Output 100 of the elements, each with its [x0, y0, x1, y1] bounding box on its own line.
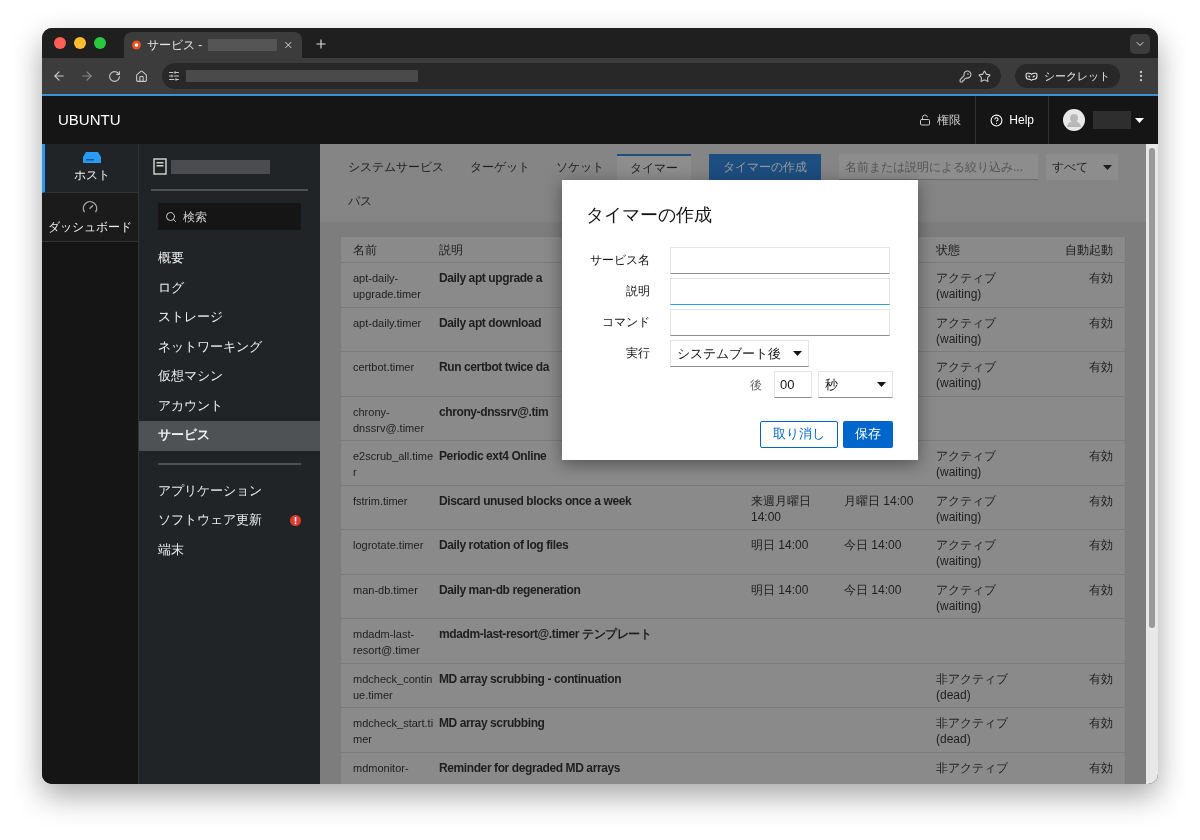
table-cell: 有効: [1089, 271, 1113, 285]
table-cell: Periodic ext4 Online: [439, 449, 547, 463]
after-label: 後: [750, 376, 762, 394]
table-cell: 月曜日 14:00: [844, 493, 914, 508]
browser-tab[interactable]: サービス -: [124, 32, 302, 58]
menu-item[interactable]: ストレージ: [139, 303, 320, 333]
close-window-button[interactable]: [54, 37, 66, 49]
unit-select[interactable]: 秒: [818, 371, 893, 398]
table-cell: アクティブ: [936, 492, 996, 509]
input-field[interactable]: [670, 247, 890, 274]
trigger-select[interactable]: システムブート後: [670, 340, 809, 367]
table-row[interactable]: mdmonitor- Reminder for degraded MD arrays 非アクティブ 有効: [341, 752, 1125, 784]
tab[interactable]: ソケット: [543, 154, 617, 180]
tab[interactable]: タイマー: [617, 154, 691, 180]
avatar-icon: [1063, 109, 1085, 131]
caret-icon: [877, 382, 886, 387]
scrollbar[interactable]: [1146, 144, 1158, 784]
tab[interactable]: パス: [335, 188, 385, 214]
table-cell: 今日 14:00: [844, 582, 902, 597]
home-icon[interactable]: [135, 69, 148, 83]
table-cell: アクティブ: [936, 314, 996, 331]
menu-item[interactable]: ネットワーキング: [139, 332, 320, 362]
privileges-button[interactable]: 権限: [905, 96, 976, 144]
star-icon[interactable]: [978, 69, 991, 83]
cancel-button[interactable]: 取り消し: [760, 421, 838, 448]
menu-item[interactable]: 仮想マシン: [139, 362, 320, 392]
table-row[interactable]: mdcheck_start.timer MD array scrubbing 非アクティブ (dead) 有効: [341, 708, 1125, 753]
table-cell: MD array scrubbing: [439, 716, 545, 730]
key-icon[interactable]: [959, 69, 972, 83]
table-cell: アクティブ: [936, 270, 996, 286]
table-cell: 有効: [1089, 315, 1113, 330]
search-placeholder: 検索: [183, 208, 207, 226]
menu-item[interactable]: アプリケーション: [139, 476, 320, 506]
table-cell: 非アクティブ: [936, 715, 1008, 731]
menu-item[interactable]: ソフトウェア更新: [139, 506, 320, 536]
table-cell: 有効: [1089, 671, 1113, 686]
column-header[interactable]: 自動起動: [1033, 240, 1113, 259]
table-cell: 有効: [1089, 538, 1113, 552]
column-header[interactable]: 名前: [353, 240, 439, 259]
maximize-window-button[interactable]: [94, 37, 106, 49]
site-settings-icon[interactable]: [168, 70, 180, 82]
dialog-title: タイマーの作成: [586, 204, 713, 227]
tab[interactable]: ターゲット: [457, 154, 543, 180]
menu-item[interactable]: 端末: [139, 535, 320, 565]
filter-select[interactable]: すべて: [1046, 154, 1118, 180]
save-button[interactable]: 保存: [843, 421, 893, 448]
input-field[interactable]: [670, 309, 890, 336]
search-icon: [165, 210, 177, 223]
close-icon[interactable]: [283, 39, 294, 51]
table-cell: (waiting): [936, 508, 982, 525]
table-cell-text: mdcheck_continue.timer: [353, 671, 434, 703]
table-cell-text: fstrim.timer: [353, 493, 409, 509]
table-cell: 有効: [1089, 493, 1113, 508]
table-cell: (waiting): [936, 464, 982, 480]
brand-title: UBUNTU: [57, 109, 121, 130]
table-cell: Discard unused blocks once a week: [439, 493, 632, 508]
table-cell-text: apt-daily.timer: [353, 315, 423, 331]
table-row[interactable]: logrotate.timer Daily rotation of log files 明日 14:00 今日 14:00 アクティブ (waiting) 有効: [341, 530, 1125, 575]
table-row[interactable]: man-db.timer Daily man-db regeneration 明日 14:00 今日 14:00 アクティブ (waiting) 有効: [341, 574, 1125, 619]
gauge-icon: [82, 198, 98, 215]
table-cell: Daily man-db regeneration: [439, 582, 581, 597]
redaction-bar: [208, 39, 278, 51]
table-cell-text: certbot.timer: [353, 360, 416, 375]
table-cell: Daily apt upgrade a: [439, 271, 543, 285]
server-icon: [82, 152, 101, 163]
tab-search-button[interactable]: [1130, 34, 1150, 54]
tab-title: サービス -: [146, 37, 203, 54]
table-cell-text: 明日 14:00: [751, 581, 810, 598]
forward-icon[interactable]: [80, 69, 94, 83]
unlock-icon: [919, 114, 932, 126]
table-cell-text: 明日 14:00: [751, 537, 810, 553]
menu-item[interactable]: サービス: [139, 421, 320, 451]
input-field[interactable]: [670, 278, 890, 305]
table-row[interactable]: fstrim.timer Discard unused blocks once a week 来週月曜日 14:00 月曜日 14:00 アクティブ (waiting) 有効: [341, 485, 1125, 530]
field-label: 実行: [625, 345, 650, 362]
back-icon[interactable]: [52, 69, 66, 83]
incognito-button[interactable]: シークレット: [1015, 64, 1120, 88]
host-nav-item[interactable]: ホスト: [42, 144, 138, 193]
menu-item[interactable]: アカウント: [139, 391, 320, 421]
table-cell: Reminder for degraded MD arrays: [439, 760, 620, 775]
logo-icon: [132, 40, 141, 50]
search-field[interactable]: 検索: [158, 203, 301, 230]
table-row[interactable]: mdadm-last-resort@.timer mdadm-last-resort@.timer テンプレート: [341, 619, 1125, 664]
host-nav-item[interactable]: ダッシュボード: [42, 193, 138, 242]
table-cell: 有効: [1089, 449, 1113, 463]
tab[interactable]: システムサービス: [335, 154, 457, 180]
table-row[interactable]: mdcheck_continue.timer MD array scrubbing - continuation 非アクティブ (dead) 有効: [341, 663, 1125, 708]
menu-item[interactable]: ログ: [139, 273, 320, 303]
minimize-window-button[interactable]: [74, 37, 86, 49]
field-label: 説明: [625, 283, 650, 300]
column-header[interactable]: 状態: [936, 240, 1033, 259]
menu-item[interactable]: 概要: [139, 244, 320, 274]
table-cell-text: mdcheck_start.timer: [353, 716, 435, 747]
new-tab-icon[interactable]: [314, 37, 328, 51]
table-cell: 非アクティブ: [936, 759, 1008, 776]
create-timer-button[interactable]: タイマーの作成: [709, 154, 821, 180]
amount-field[interactable]: 00: [774, 371, 812, 398]
table-cell: (waiting): [936, 330, 982, 347]
reload-icon[interactable]: [108, 69, 121, 83]
table-cell-text: man-db.timer: [353, 582, 419, 598]
